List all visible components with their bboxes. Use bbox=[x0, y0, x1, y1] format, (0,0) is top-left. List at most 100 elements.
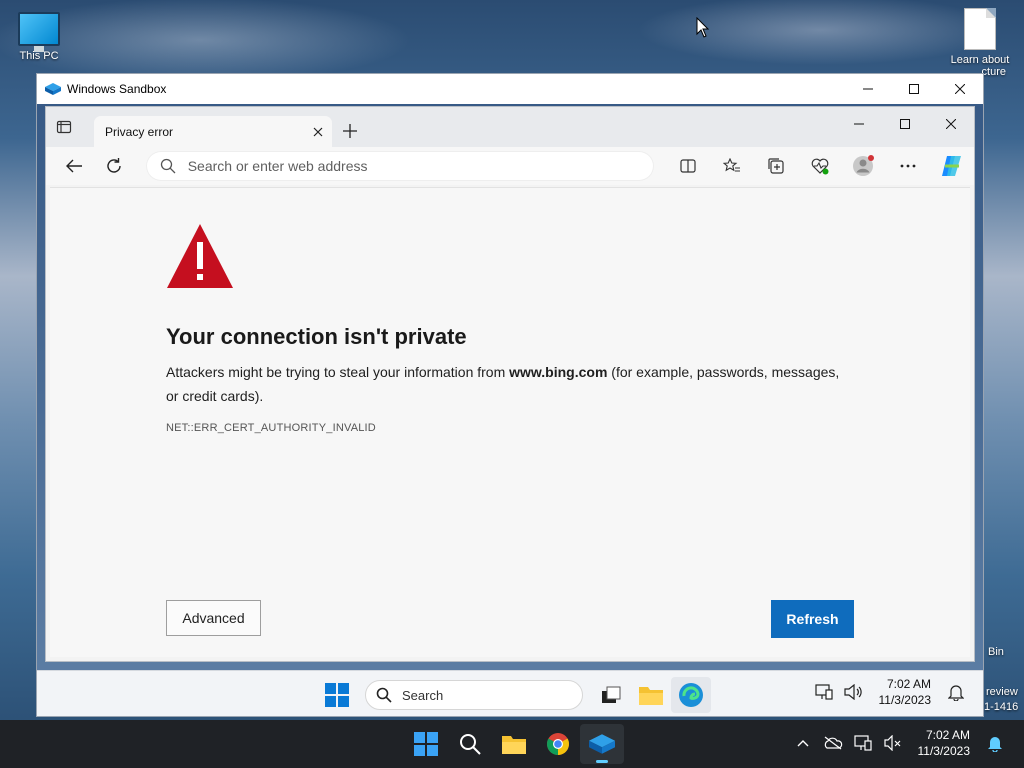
refresh-icon bbox=[107, 158, 121, 173]
favorites-button[interactable] bbox=[710, 150, 754, 182]
heart-pulse-icon bbox=[811, 158, 829, 175]
desktop-icon-this-pc[interactable]: This PC bbox=[4, 12, 74, 62]
tab-strip: Privacy error bbox=[46, 107, 974, 147]
search-button[interactable] bbox=[448, 724, 492, 764]
sandbox-volume-icon[interactable] bbox=[839, 675, 869, 709]
cloud-off-icon bbox=[824, 736, 842, 750]
sandbox-close-button[interactable] bbox=[937, 74, 983, 104]
sandbox-window: Windows Sandbox Privacy error Search or … bbox=[36, 73, 984, 717]
advanced-button[interactable]: Advanced bbox=[166, 600, 261, 636]
refresh-button[interactable] bbox=[94, 150, 134, 182]
edge-browser-window: Privacy error Search or enter web addres… bbox=[45, 106, 975, 662]
task-view-icon bbox=[602, 686, 621, 703]
minimize-icon bbox=[854, 123, 864, 125]
host-date: 11/3/2023 bbox=[917, 744, 971, 758]
bell-icon bbox=[988, 737, 1002, 752]
search-icon bbox=[460, 734, 481, 755]
sandbox-clock[interactable]: 7:02 AM 11/3/2023 bbox=[879, 676, 932, 708]
error-domain: www.bing.com bbox=[509, 364, 608, 380]
desktop-icon-learn-about[interactable]: Learn about cture bbox=[940, 8, 1020, 78]
host-clock[interactable]: 7:02 AM 11/3/2023 bbox=[918, 727, 971, 759]
warning-triangle-icon bbox=[167, 224, 233, 288]
folder-icon bbox=[502, 736, 526, 754]
chrome-button[interactable] bbox=[536, 724, 580, 764]
collections-icon bbox=[768, 158, 784, 174]
speaker-icon bbox=[843, 684, 862, 700]
network-icon bbox=[814, 684, 833, 700]
network-icon bbox=[853, 735, 872, 751]
tab-actions-button[interactable] bbox=[56, 119, 72, 140]
tab-title: Privacy error bbox=[105, 124, 174, 139]
sandbox-logo-icon bbox=[589, 734, 615, 754]
more-dots-icon bbox=[900, 164, 916, 168]
copilot-button[interactable] bbox=[930, 150, 974, 182]
error-description: Attackers might be trying to steal your … bbox=[166, 360, 846, 408]
page-content: Your connection isn't private Attackers … bbox=[50, 187, 970, 657]
maximize-icon bbox=[900, 119, 910, 129]
minimize-icon bbox=[863, 88, 873, 90]
settings-more-button[interactable] bbox=[886, 150, 930, 182]
bell-icon bbox=[948, 685, 964, 701]
sandbox-task-view-button[interactable] bbox=[591, 677, 631, 713]
sandbox-search-label: Search bbox=[402, 687, 444, 703]
collections-button[interactable] bbox=[754, 150, 798, 182]
windows-logo-icon bbox=[414, 732, 438, 756]
host-taskbar: 7:02 AM 11/3/2023 bbox=[0, 720, 1024, 768]
start-button[interactable] bbox=[404, 724, 448, 764]
sandbox-maximize-button[interactable] bbox=[891, 74, 937, 104]
windows-logo-icon bbox=[325, 683, 349, 707]
copilot-icon bbox=[942, 156, 961, 176]
sandbox-notifications-button[interactable] bbox=[941, 675, 971, 709]
browser-close-button[interactable] bbox=[928, 107, 974, 141]
browser-toolbar bbox=[46, 147, 974, 185]
sandbox-minimize-button[interactable] bbox=[845, 74, 891, 104]
show-hidden-icons-button[interactable] bbox=[788, 726, 818, 760]
sandbox-file-explorer-button[interactable] bbox=[631, 677, 671, 713]
mouse-cursor-icon bbox=[696, 17, 710, 38]
chevron-up-icon bbox=[797, 740, 808, 747]
notifications-button[interactable] bbox=[980, 726, 1010, 760]
file-explorer-button[interactable] bbox=[492, 724, 536, 764]
sandbox-network-icon[interactable] bbox=[809, 675, 839, 709]
tab-close-button[interactable] bbox=[304, 118, 332, 146]
back-button[interactable] bbox=[54, 150, 94, 182]
plus-icon bbox=[343, 124, 357, 138]
split-screen-button[interactable] bbox=[666, 150, 710, 182]
network-button[interactable] bbox=[848, 726, 878, 760]
new-tab-button[interactable] bbox=[338, 119, 362, 143]
browser-maximize-button[interactable] bbox=[882, 107, 928, 141]
browser-essentials-button[interactable] bbox=[798, 150, 842, 182]
edge-icon bbox=[679, 683, 703, 707]
preview-watermark-line2: 1-1416 bbox=[984, 701, 1019, 713]
sandbox-titlebar[interactable]: Windows Sandbox bbox=[37, 74, 983, 104]
sandbox-edge-button[interactable] bbox=[671, 677, 711, 713]
avatar-icon bbox=[853, 155, 874, 176]
address-input[interactable] bbox=[187, 158, 628, 174]
sandbox-search-box[interactable]: Search bbox=[365, 680, 583, 710]
sandbox-title: Windows Sandbox bbox=[67, 82, 167, 96]
recycle-bin-label: Bin bbox=[988, 646, 1004, 658]
sandbox-start-button[interactable] bbox=[317, 677, 357, 713]
onedrive-button[interactable] bbox=[818, 726, 848, 760]
sandbox-time: 7:02 AM bbox=[886, 677, 931, 691]
arrow-left-icon bbox=[65, 159, 82, 173]
profile-button[interactable] bbox=[842, 150, 886, 182]
refresh-page-button[interactable]: Refresh bbox=[771, 600, 854, 638]
close-icon bbox=[955, 84, 965, 94]
close-icon bbox=[313, 127, 323, 136]
close-icon bbox=[946, 119, 956, 129]
page-title: Your connection isn't private bbox=[166, 324, 467, 349]
folder-icon bbox=[639, 687, 663, 705]
this-pc-icon bbox=[18, 12, 60, 52]
windows-sandbox-button[interactable] bbox=[580, 724, 624, 764]
address-bar[interactable] bbox=[145, 151, 654, 181]
browser-minimize-button[interactable] bbox=[836, 107, 882, 141]
chrome-icon bbox=[547, 733, 569, 755]
error-code: NET::ERR_CERT_AUTHORITY_INVALID bbox=[166, 422, 376, 434]
maximize-icon bbox=[909, 84, 919, 94]
volume-button[interactable] bbox=[878, 726, 908, 760]
desktop-icon-label: Learn about bbox=[950, 54, 1010, 66]
sandbox-date: 11/3/2023 bbox=[878, 693, 932, 707]
tab-privacy-error[interactable]: Privacy error bbox=[94, 116, 332, 147]
host-time: 7:02 AM bbox=[925, 728, 970, 742]
